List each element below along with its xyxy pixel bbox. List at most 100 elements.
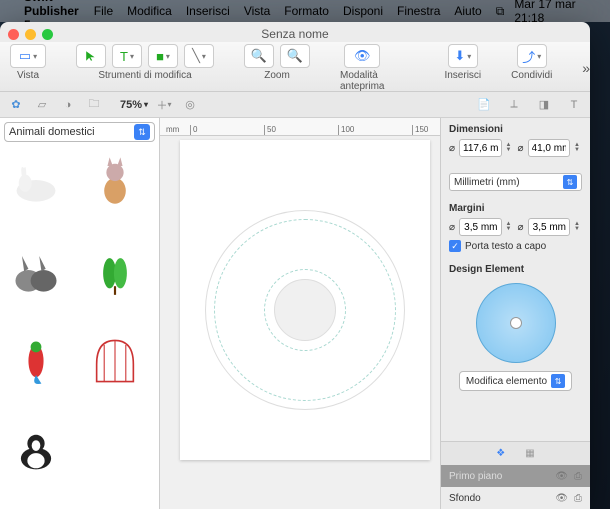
height-input[interactable] [532,143,566,154]
shape-tool[interactable]: ■▾ [148,44,178,68]
height-stepper[interactable]: ▲▼ [574,143,582,153]
add-menu[interactable]: ＋▾ [154,95,174,115]
height-field[interactable] [528,139,570,157]
clipart-item-parrot-red[interactable] [4,331,68,391]
zoom-level-dropdown[interactable]: 75%▾ [120,99,148,111]
cd-center-hole [274,279,336,341]
share-button[interactable]: ⤴▾ [517,44,547,68]
layer-foreground-label: Primo piano [449,471,502,482]
inserisci-label: Inserisci [444,70,481,81]
clipart-item-rabbit-white[interactable] [4,150,68,210]
zoom-value: 75% [120,99,142,111]
modify-element-label: Modifica elemento [466,376,547,387]
source-panel-icon[interactable]: ✿ [6,95,26,115]
margin-left-input[interactable] [463,222,497,233]
clipart-item-blank[interactable] [83,421,147,481]
margin-right-input[interactable] [532,222,566,233]
layers-grid-icon[interactable]: ▦ [525,448,534,459]
wrap-text-checkbox[interactable]: ✓ Porta testo a capo [449,240,582,252]
app-window: Senza nome ▭▾ Vista T▾ ■▾ ╲▾ Strumenti d… [0,22,590,509]
inspector-tab-geometry-icon[interactable]: ⟂ [504,95,524,115]
clipart-item-birdcage[interactable] [83,331,147,391]
dropdown-arrows-icon: ⇅ [134,124,150,140]
clipart-item-cat[interactable] [83,150,147,210]
margin-left-stepper[interactable]: ▲▼ [506,222,514,232]
menu-inserisci[interactable]: Inserisci [186,4,230,18]
margin-right-stepper[interactable]: ▲▼ [574,222,582,232]
preview-button[interactable]: 👁 [344,44,380,68]
checkbox-checked-icon: ✓ [449,240,461,252]
menu-file[interactable]: File [94,4,113,18]
design-element-preview[interactable] [476,283,556,363]
canvas-stage[interactable] [160,136,440,509]
airplay-icon[interactable]: ⧉ [496,4,505,19]
zoom-label: Zoom [264,70,290,81]
menu-modifica[interactable]: Modifica [127,4,172,18]
toolbar-group-strumenti: T▾ ■▾ ╲▾ Strumenti di modifica [76,44,214,81]
margin-right-field[interactable] [528,218,570,236]
eye-icon[interactable]: 👁 [555,471,568,482]
inspector-tab-appearance-icon[interactable]: ◨ [534,95,554,115]
clipart-sidebar: Animali domestici ⇅ [0,118,160,509]
toolbar-group-anteprima: 👁 Modalità anteprima [340,44,384,92]
menu-disponi[interactable]: Disponi [343,4,383,18]
clipart-item-parrots-green[interactable] [83,240,147,300]
eye-icon[interactable]: 👁 [555,493,568,504]
inspector-tab-document-icon[interactable]: 📄 [474,95,494,115]
layers-stack-icon[interactable]: ❖ [496,448,505,459]
main-toolbar: ▭▾ Vista T▾ ■▾ ╲▾ Strumenti di modifica … [0,42,590,92]
width-field[interactable] [459,139,501,157]
files-panel-icon[interactable]: 🗀 [84,95,104,115]
toolbar-group-inserisci: ⬇▾ Inserisci [444,44,481,81]
toolbar-overflow-button[interactable]: » [582,56,590,80]
strumenti-label: Strumenti di modifica [98,70,191,81]
inspector-tab-text-icon[interactable]: T [564,95,584,115]
clipart-category-label: Animali domestici [9,126,95,138]
toolbar-group-vista: ▭▾ Vista [10,44,46,81]
anteprima-label: Modalità anteprima [340,70,384,92]
margins-heading: Margini [449,203,582,214]
wrap-text-label: Porta testo a capo [465,241,546,252]
diameter-icon-3: ⌀ [449,222,455,233]
zoom-out-button[interactable]: 🔍 [244,44,274,68]
photos-panel-icon[interactable]: ▱ [32,95,52,115]
page[interactable] [180,140,430,460]
secondary-toolbar: ✿ ▱ ◑ 🗀 75%▾ ＋▾ ◎ 📄 ⟂ ◨ T [0,92,590,118]
titlebar: Senza nome [0,22,590,42]
design-element-heading: Design Element [449,264,582,275]
insert-button[interactable]: ⬇▾ [448,44,478,68]
print-icon[interactable]: ⎙ [574,493,582,504]
print-icon[interactable]: ⎙ [574,471,582,482]
diameter-icon-2: ⌀ [518,143,524,154]
menu-aiuto[interactable]: Aiuto [454,4,481,18]
modify-element-button[interactable]: Modifica elemento ⇅ [459,371,572,391]
margin-left-field[interactable] [459,218,501,236]
dropdown-arrows-icon: ⇅ [551,374,565,388]
menu-finestra[interactable]: Finestra [397,4,440,18]
dropdown-arrows-icon: ⇅ [563,175,577,189]
window-title: Senza nome [0,27,590,41]
pointer-tool[interactable] [76,44,106,68]
line-tool[interactable]: ╲▾ [184,44,214,68]
menu-formato[interactable]: Formato [284,4,329,18]
smart-shapes-icon[interactable]: ◑ [58,95,78,115]
layout-icon: ▭ [19,48,31,64]
text-tool[interactable]: T▾ [112,44,142,68]
cd-outer-ring[interactable] [205,210,405,410]
dimensions-heading: Dimensioni [449,124,582,135]
clipart-item-border-collie[interactable] [4,421,68,481]
condividi-label: Condividi [511,70,552,81]
clipart-category-select[interactable]: Animali domestici ⇅ [4,122,155,142]
zoom-in-button[interactable]: 🔍 [280,44,310,68]
layer-foreground[interactable]: Primo piano 👁 ⎙ [441,465,590,487]
vista-button[interactable]: ▭▾ [10,44,46,68]
ruler-unit-label: mm [164,125,179,135]
target-icon[interactable]: ◎ [180,95,200,115]
clipart-item-rabbits-gray[interactable] [4,240,68,300]
layer-background[interactable]: Sfondo 👁 ⎙ [441,487,590,509]
width-input[interactable] [463,143,497,154]
width-stepper[interactable]: ▲▼ [506,143,514,153]
layer-background-label: Sfondo [449,493,481,504]
menu-vista[interactable]: Vista [244,4,270,18]
units-select[interactable]: Millimetri (mm) ⇅ [449,173,582,191]
